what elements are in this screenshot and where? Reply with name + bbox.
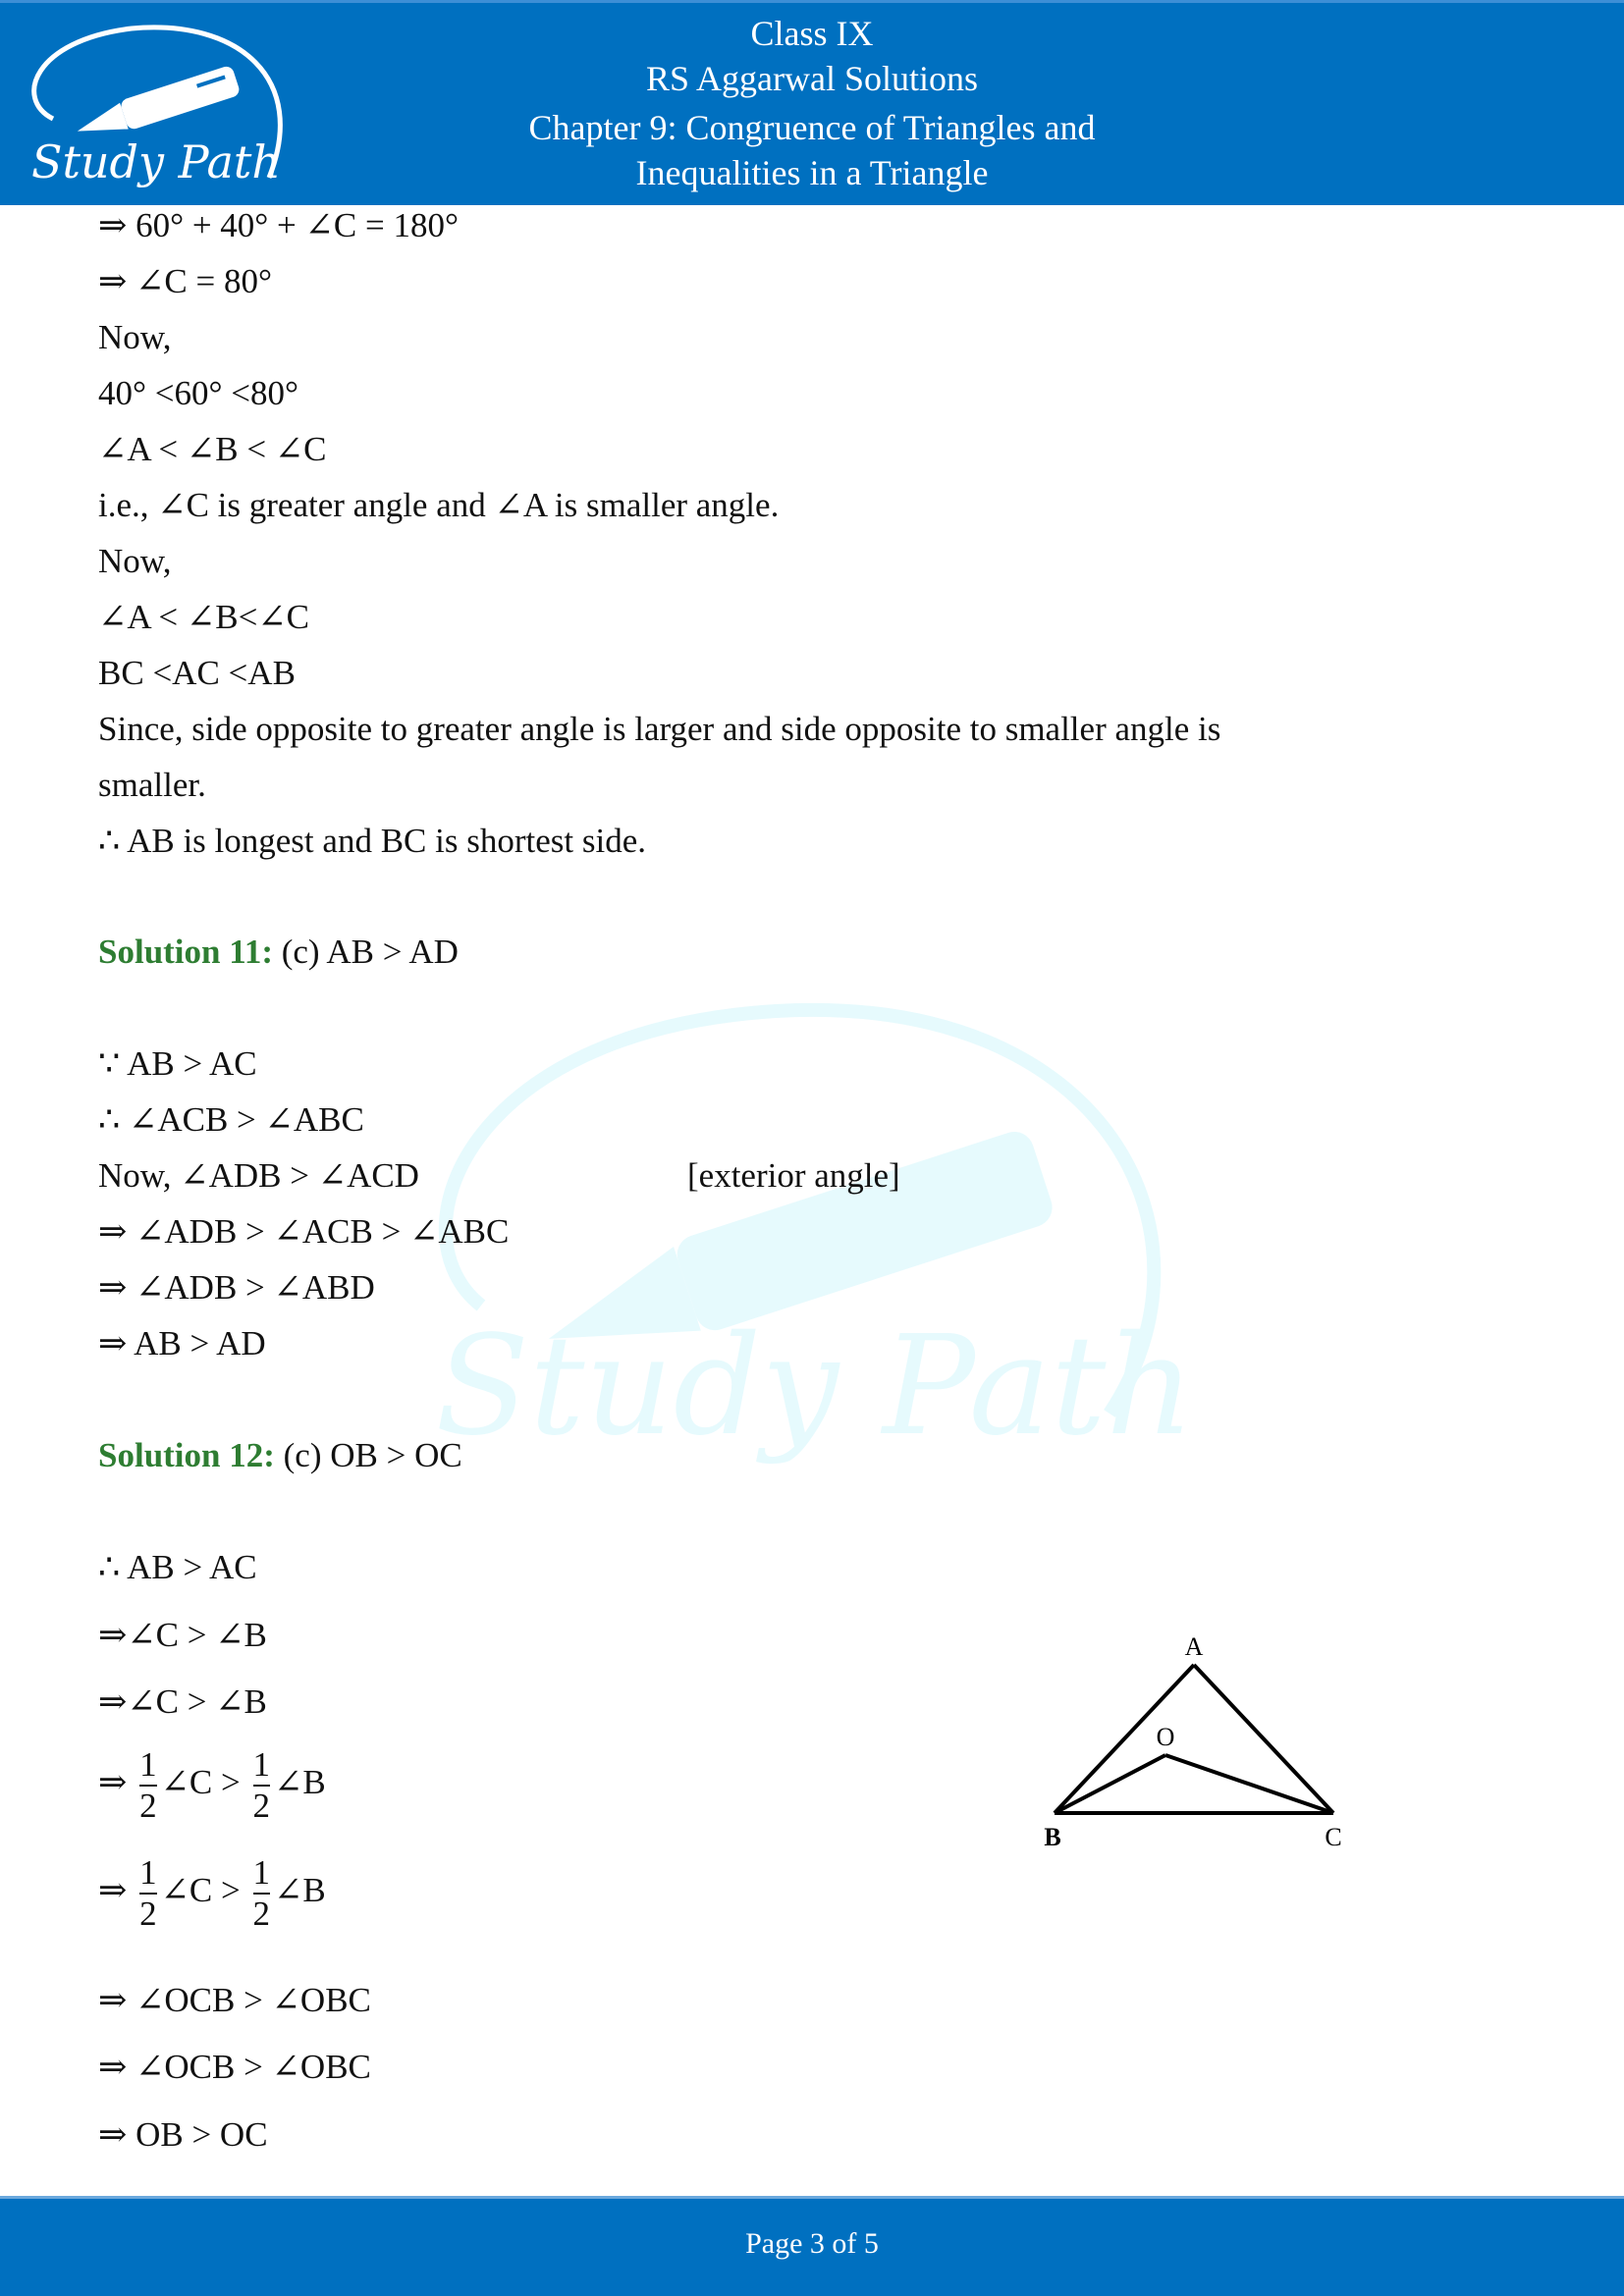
text-line: ∴ AB is longest and BC is shortest side. [98, 822, 646, 860]
text-line: ⇒∠C > ∠B [98, 1682, 267, 1721]
text-line: smaller. [98, 766, 206, 804]
fraction-line: ⇒ 1 2 ∠C > 1 2 ∠B [98, 1853, 326, 1934]
page-number: Page 3 of 5 [745, 2227, 879, 2260]
denominator: 2 [139, 1785, 157, 1825]
header-class: Class IX [750, 14, 874, 53]
watermark-text: Study Path [435, 1307, 1194, 1467]
triangle-figure: A O B C [1044, 1632, 1341, 1851]
text-line: ∴ AB > AC [98, 1548, 257, 1586]
fraction-mid: ∠C > [160, 1871, 249, 1910]
text-line: Now, [98, 542, 172, 580]
solution-12-answer: (c) OB > OC [274, 1436, 462, 1474]
text-line: ⇒∠C > ∠B [98, 1616, 267, 1654]
text-line: ⇒ ∠OCB > ∠OBC [98, 1981, 371, 2019]
page-header: Study Path Class IX RS Aggarwal Solution… [0, 0, 1624, 205]
fraction: 12 [139, 1745, 157, 1826]
text-line: Now, [98, 318, 172, 356]
header-book: RS Aggarwal Solutions [645, 59, 979, 98]
text-line: BC <AC <AB [98, 654, 296, 692]
text-line: i.e., ∠C is greater angle and ∠A is smal… [98, 486, 780, 524]
watermark-logo: Study Path [435, 1002, 1195, 1467]
page-footer: Page 3 of 5 [0, 2196, 1624, 2296]
fraction-mid: ∠C > [160, 1763, 249, 1802]
denominator: 2 [252, 1785, 270, 1825]
vertex-label-b: B [1044, 1823, 1060, 1851]
solution-11-label: Solution 11: [98, 933, 273, 971]
text-line: ⇒ OB > OC [98, 2115, 268, 2154]
denominator: 2 [252, 1893, 270, 1933]
text-line: ∵ AB > AC [98, 1044, 257, 1083]
numerator: 1 [252, 1853, 271, 1892]
solution-11-answer: (c) AB > AD [272, 933, 459, 971]
numerator: 1 [139, 1853, 157, 1892]
numerator: 1 [139, 1745, 157, 1784]
numerator: 1 [252, 1745, 271, 1784]
text-line: 40° <60° <80° [98, 374, 298, 412]
vertex-label-a: A [1185, 1632, 1204, 1661]
pen-icon [77, 66, 240, 132]
text-line: ∠A < ∠B < ∠C [98, 430, 327, 468]
solution-12-label: Solution 12: [98, 1436, 275, 1474]
text-line: ⇒ ∠ADB > ∠ACB > ∠ABC [98, 1212, 510, 1251]
fraction-line: ⇒ 1 2 ∠C > 1 2 ∠B [98, 1745, 326, 1826]
text-line: Now, ∠ADB > ∠ACD [98, 1156, 419, 1195]
header-chapter-line1: Chapter 9: Congruence of Triangles and [528, 108, 1096, 147]
study-path-logo: Study Path [31, 25, 283, 188]
fraction: 12 [252, 1745, 271, 1826]
fraction: 12 [252, 1853, 271, 1934]
header-chapter-line2: Inequalities in a Triangle [635, 153, 989, 192]
text-line: ∠A < ∠B<∠C [98, 598, 309, 636]
vertex-label-c: C [1325, 1823, 1341, 1851]
text-line: ⇒ AB > AD [98, 1324, 266, 1362]
fraction: 12 [139, 1853, 157, 1934]
text-line: ⇒ ∠OCB > ∠OBC [98, 2048, 371, 2086]
implies-symbol: ⇒ [98, 1763, 136, 1802]
vertex-label-o: O [1157, 1723, 1175, 1751]
exterior-angle-note: [exterior angle] [687, 1156, 900, 1195]
text-line: ⇒ ∠ADB > ∠ABD [98, 1268, 375, 1307]
header-title: Class IX RS Aggarwal Solutions Chapter 9… [422, 11, 1202, 195]
implies-symbol: ⇒ [98, 1871, 136, 1910]
fraction-suffix: ∠B [274, 1763, 326, 1802]
fraction-suffix: ∠B [274, 1871, 326, 1910]
denominator: 2 [139, 1893, 157, 1933]
text-line: ∴ ∠ACB > ∠ABC [98, 1100, 364, 1139]
text-line: ⇒ 60° + 40° + ∠C = 180° [98, 206, 459, 244]
text-line: Since, side opposite to greater angle is… [98, 710, 1221, 748]
text-line: ⇒ ∠C = 80° [98, 262, 272, 300]
solution-11-heading: Solution 11: (c) AB > AD [98, 933, 459, 972]
logo-text: Study Path [31, 135, 281, 188]
solution-12-heading: Solution 12: (c) OB > OC [98, 1436, 462, 1475]
segment-ob [1054, 1753, 1166, 1815]
